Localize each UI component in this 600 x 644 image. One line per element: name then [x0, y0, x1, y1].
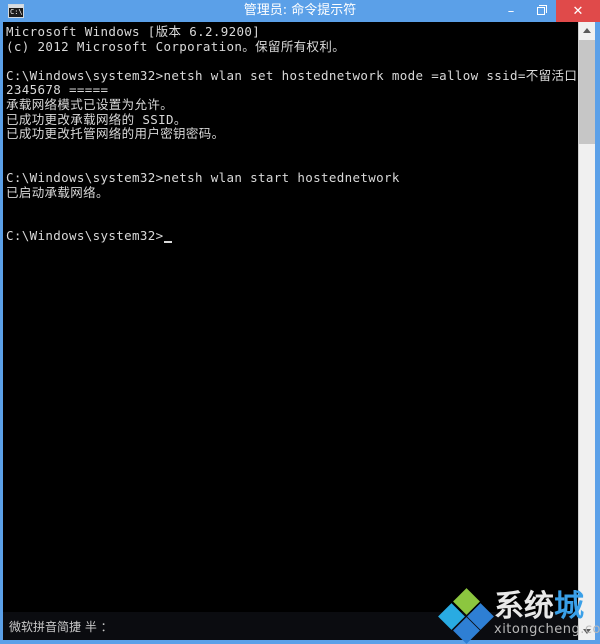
console-line: 承载网络模式已设置为允许。 [6, 96, 174, 112]
console-client-area[interactable]: Microsoft Windows [版本 6.2.9200] (c) 2012 … [3, 22, 578, 640]
ime-status-label: 微软拼音简捷 半 ： [9, 619, 113, 634]
window-border-right [595, 22, 600, 644]
vertical-scrollbar[interactable] [578, 22, 595, 640]
scroll-up-arrow-icon[interactable] [579, 22, 595, 39]
watermark-url: xitongcheng.com [494, 622, 600, 637]
watermark-name: 系统城 [494, 590, 584, 624]
console-line: (c) 2012 Microsoft Corporation。保留所有权利。 [6, 38, 346, 54]
console-line: C:\Windows\system32>netsh wlan set hoste… [6, 67, 578, 83]
close-button[interactable]: ✕ [556, 0, 600, 22]
scrollbar-thumb[interactable] [579, 40, 595, 144]
console-line: 已启动承载网络。 [6, 184, 109, 200]
console-cursor [163, 240, 172, 243]
console-line: C:\Windows\system32>netsh wlan start hos… [6, 169, 400, 185]
console-line: 已成功更改托管网络的用户密钥密码。 [6, 126, 225, 142]
watermark-name-accent: 城 [554, 589, 584, 624]
watermark-logo-icon [438, 588, 494, 644]
console-line: C:\Windows\system32> [6, 229, 578, 244]
console-output: Microsoft Windows [版本 6.2.9200] (c) 2012 … [6, 24, 578, 244]
console-line: Microsoft Windows [版本 6.2.9200] [6, 24, 261, 39]
console-line: 2345678 ===== [6, 82, 109, 98]
minimize-button[interactable]: – [496, 0, 526, 22]
restore-icon-back [539, 5, 547, 13]
window-titlebar[interactable]: C:\ 管理员: 命令提示符 – ✕ [0, 0, 600, 22]
window-border-left [0, 22, 3, 644]
watermark-name-prefix: 系统 [494, 589, 554, 624]
close-icon: ✕ [572, 3, 584, 19]
scroll-up-triangle [583, 28, 591, 33]
maximize-restore-button[interactable] [526, 0, 556, 22]
site-watermark: 系统城 xitongcheng.com [436, 588, 600, 644]
console-line: 已成功更改承载网络的 SSID。 [6, 111, 187, 127]
command-prompt-window: C:\ 管理员: 命令提示符 – ✕ Microsoft Windows [版本… [0, 0, 600, 644]
